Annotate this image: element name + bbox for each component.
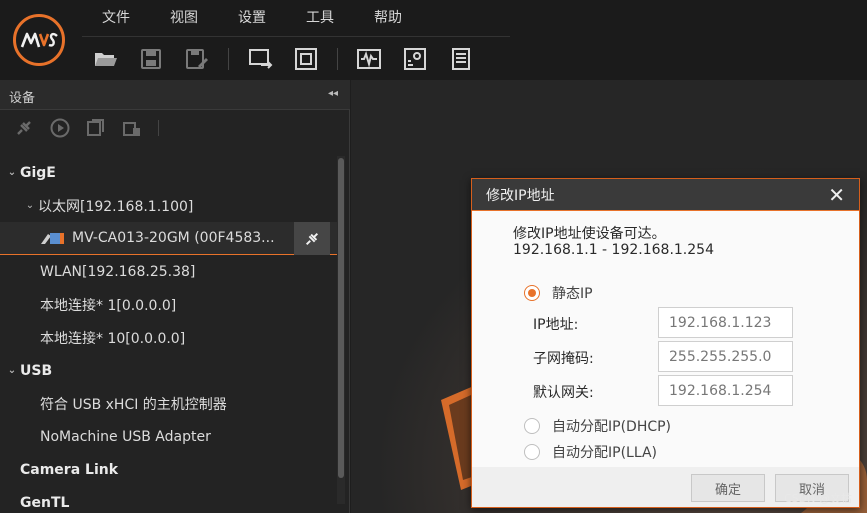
- tree-group-label: Camera Link: [20, 461, 119, 478]
- ok-button[interactable]: 确定: [691, 474, 765, 502]
- plug-icon: [305, 232, 319, 245]
- menu-file[interactable]: 文件: [82, 7, 150, 27]
- tree-item-wlan[interactable]: WLAN[192.168.25.38]: [0, 255, 340, 288]
- tree-item-label: 本地连接* 1[0.0.0.0]: [40, 297, 177, 314]
- toolbar-divider: [228, 47, 229, 70]
- lla-radio[interactable]: [524, 444, 540, 460]
- start-grab-button[interactable]: [42, 113, 78, 143]
- duplicate-icon: [123, 122, 140, 136]
- collapse-panel-button[interactable]: ◂◂: [328, 88, 338, 99]
- close-icon[interactable]: ✕: [828, 185, 845, 205]
- lla-option[interactable]: 自动分配IP(LLA): [524, 442, 657, 462]
- tree-group-label: GenTL: [20, 494, 70, 511]
- copy-icon: [87, 119, 104, 136]
- panel-toolbar: [0, 111, 350, 145]
- menu-bar: 文件 视图 设置 工具 帮助: [82, 0, 422, 34]
- open-folder-icon: [95, 52, 117, 66]
- mvs-logo: [13, 14, 65, 66]
- panel-title: 设备: [9, 91, 36, 106]
- device-label: MV-CA013-20GM (00F4583...: [72, 230, 275, 246]
- subnet-mask-input[interactable]: [658, 341, 793, 372]
- switch-view-button[interactable]: [237, 40, 283, 78]
- tree-group-gentl[interactable]: GenTL: [0, 486, 340, 513]
- device-connect-button[interactable]: [294, 222, 330, 255]
- menu-help[interactable]: 帮助: [354, 7, 422, 27]
- tree-item-ethernet[interactable]: ⌄ 以太网[192.168.1.100]: [0, 189, 340, 222]
- image-settings-icon: [404, 47, 426, 70]
- switch-view-icon: [249, 48, 273, 69]
- default-gateway-input[interactable]: [658, 375, 793, 406]
- tree-item-device[interactable]: MV-CA013-20GM (00F4583...: [0, 222, 340, 255]
- menu-view[interactable]: 视图: [150, 7, 218, 27]
- tree-item-label: NoMachine USB Adapter: [40, 428, 211, 445]
- toolbar-divider: [337, 47, 338, 70]
- menu-tools[interactable]: 工具: [286, 7, 354, 27]
- scrollbar-thumb[interactable]: [338, 158, 344, 478]
- tree-item-usb-controller[interactable]: 符合 USB xHCI 的主机控制器: [0, 387, 340, 420]
- static-ip-option[interactable]: 静态IP: [524, 283, 593, 303]
- chevron-down-icon: ⌄: [25, 200, 35, 211]
- tree-group-gige[interactable]: ⌄ GigE: [0, 156, 340, 189]
- watermark-text: CSDN @文枯: [784, 492, 852, 505]
- lla-label: 自动分配IP(LLA): [552, 445, 657, 461]
- document-icon: [452, 47, 470, 70]
- dhcp-option[interactable]: 自动分配IP(DHCP): [524, 416, 671, 436]
- tree-item-local-connection-1[interactable]: 本地连接* 1[0.0.0.0]: [0, 288, 340, 321]
- subnet-mask-label: 子网掩码:: [533, 351, 594, 367]
- play-icon: [50, 118, 70, 138]
- app-header: 文件 视图 设置 工具 帮助: [0, 0, 867, 80]
- tree-item-local-connection-10[interactable]: 本地连接* 10[0.0.0.0]: [0, 321, 340, 354]
- save-button[interactable]: [128, 40, 174, 78]
- tree-item-label: 符合 USB xHCI 的主机控制器: [40, 396, 227, 413]
- device-panel: 设备 ◂◂ ⌄ GigE ⌄ 以太网[192.168.1.100] MV-CA0…: [0, 80, 350, 513]
- chevron-down-icon: ⌄: [7, 167, 17, 178]
- panel-toolbar-divider: [158, 120, 159, 136]
- fit-screen-button[interactable]: [283, 40, 329, 78]
- tree-group-usb[interactable]: ⌄ USB: [0, 354, 340, 387]
- save-as-button[interactable]: [174, 40, 220, 78]
- tree-group-camera-link[interactable]: Camera Link: [0, 453, 340, 486]
- dialog-titlebar: 修改IP地址: [472, 179, 859, 211]
- tree-scrollbar[interactable]: [337, 156, 345, 504]
- tree-group-label: GigE: [20, 164, 56, 181]
- main-toolbar: [82, 36, 510, 80]
- dhcp-radio[interactable]: [524, 418, 540, 434]
- waveform-button[interactable]: [346, 40, 392, 78]
- tree-item-label: 以太网[192.168.1.100]: [38, 198, 194, 215]
- modify-ip-dialog: 修改IP地址 ✕ 修改IP地址使设备可达。 192.168.1.1 - 192.…: [471, 178, 860, 508]
- duplicate-button[interactable]: [114, 113, 150, 143]
- tree-item-label: WLAN[192.168.25.38]: [40, 263, 196, 280]
- chevron-down-icon: ⌄: [7, 365, 17, 376]
- static-ip-radio[interactable]: [524, 285, 540, 301]
- ip-address-label: IP地址:: [533, 317, 579, 333]
- save-icon: [141, 48, 161, 69]
- tree-item-label: 本地连接* 10[0.0.0.0]: [40, 330, 186, 347]
- image-settings-button[interactable]: [392, 40, 438, 78]
- ip-address-input[interactable]: [658, 307, 793, 338]
- panel-header: 设备 ◂◂: [0, 80, 350, 110]
- ip-range-text: 192.168.1.1 - 192.168.1.254: [513, 242, 714, 258]
- plug-icon: [17, 121, 31, 135]
- tree-item-nomachine[interactable]: NoMachine USB Adapter: [0, 420, 340, 453]
- dhcp-label: 自动分配IP(DHCP): [552, 419, 672, 435]
- tree-group-label: USB: [20, 362, 53, 379]
- dialog-title: 修改IP地址: [486, 187, 555, 204]
- fit-screen-icon: [295, 47, 317, 70]
- default-gateway-label: 默认网关:: [533, 385, 594, 401]
- connect-button[interactable]: [6, 113, 42, 143]
- menu-settings[interactable]: 设置: [218, 7, 286, 27]
- copy-button[interactable]: [78, 113, 114, 143]
- dialog-description: 修改IP地址使设备可达。: [513, 226, 666, 242]
- document-button[interactable]: [438, 40, 484, 78]
- waveform-icon: [357, 48, 381, 69]
- static-ip-label: 静态IP: [552, 286, 593, 302]
- open-folder-button[interactable]: [82, 40, 128, 78]
- camera-icon: [41, 233, 64, 244]
- save-as-icon: [186, 48, 208, 69]
- mvs-logo-icon: [20, 32, 58, 48]
